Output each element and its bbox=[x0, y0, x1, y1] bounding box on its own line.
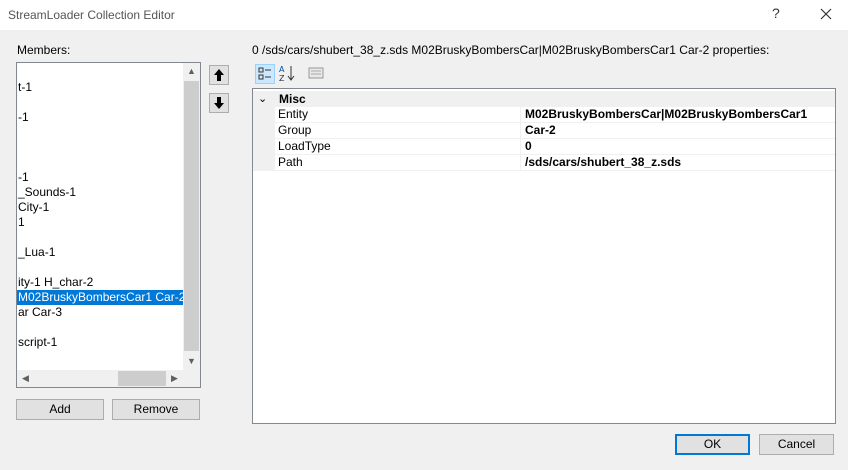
property-pages-button[interactable] bbox=[307, 64, 327, 84]
cancel-button[interactable]: Cancel bbox=[759, 434, 834, 455]
property-name: Entity bbox=[278, 107, 309, 121]
scrollbar-corner bbox=[183, 370, 200, 387]
list-item[interactable]: ity-1 H_char-2 bbox=[17, 275, 93, 290]
property-row[interactable]: Path/sds/cars/shubert_38_z.sds bbox=[253, 155, 835, 171]
list-item[interactable]: -1 bbox=[17, 110, 29, 125]
alphabetical-button[interactable]: A Z bbox=[278, 64, 298, 84]
close-button[interactable] bbox=[816, 4, 836, 24]
alphabetical-icon: A Z bbox=[279, 65, 295, 83]
add-button[interactable]: Add bbox=[16, 399, 104, 420]
property-name: Group bbox=[278, 123, 312, 137]
property-pages-icon bbox=[308, 67, 324, 79]
vertical-scroll-thumb[interactable] bbox=[184, 81, 199, 351]
list-item[interactable]: 1 bbox=[17, 215, 25, 230]
help-button[interactable]: ? bbox=[772, 5, 780, 21]
property-value[interactable]: M02BruskyBombersCar|M02BruskyBombersCar1 bbox=[525, 107, 807, 122]
svg-text:Z: Z bbox=[279, 74, 285, 82]
property-value[interactable]: 0 bbox=[525, 139, 532, 154]
members-label: Members: bbox=[17, 43, 71, 57]
move-down-button[interactable] bbox=[209, 93, 229, 113]
column-divider[interactable] bbox=[520, 139, 521, 155]
row-gutter bbox=[253, 139, 275, 155]
column-divider[interactable] bbox=[520, 123, 521, 139]
list-item[interactable]: M02BruskyBombersCar1 Car-2 bbox=[17, 290, 185, 305]
list-item[interactable]: ar Car-3 bbox=[17, 305, 62, 320]
property-value[interactable]: Car-2 bbox=[525, 123, 556, 138]
scroll-right-icon[interactable]: ▶ bbox=[167, 371, 182, 386]
properties-header: 0 /sds/cars/shubert_38_z.sds M02BruskyBo… bbox=[252, 43, 770, 57]
list-item[interactable]: _Sounds-1 bbox=[17, 185, 76, 200]
title-bar: StreamLoader Collection Editor ? bbox=[0, 0, 848, 30]
chevron-down-icon[interactable]: ⌄ bbox=[258, 91, 267, 107]
list-item[interactable]: script-1 bbox=[17, 335, 57, 350]
list-item[interactable]: City-1 bbox=[17, 200, 49, 215]
scroll-left-icon[interactable]: ◀ bbox=[18, 371, 33, 386]
property-name: LoadType bbox=[278, 139, 331, 153]
scroll-down-icon[interactable]: ▼ bbox=[184, 354, 199, 369]
svg-text:A: A bbox=[279, 65, 285, 74]
category-label: Misc bbox=[279, 92, 306, 106]
property-row[interactable]: Entity M02BruskyBombersCar|M02BruskyBombe… bbox=[253, 107, 835, 123]
category-row-misc[interactable]: ⌄ Misc bbox=[253, 91, 835, 107]
property-grid-toolbar: A Z bbox=[252, 62, 836, 88]
vertical-scrollbar[interactable]: ▲ ▼ bbox=[183, 63, 200, 370]
row-gutter bbox=[253, 155, 275, 171]
list-item[interactable]: t-1 bbox=[17, 80, 32, 95]
window-title: StreamLoader Collection Editor bbox=[8, 8, 175, 22]
property-row[interactable]: LoadType 0 bbox=[253, 139, 835, 155]
scroll-up-icon[interactable]: ▲ bbox=[184, 64, 199, 79]
close-icon bbox=[820, 8, 832, 20]
move-up-button[interactable] bbox=[209, 65, 229, 85]
categorized-icon bbox=[258, 67, 271, 80]
arrow-up-icon bbox=[214, 69, 224, 81]
property-grid[interactable]: ⌄ Misc Entity M02BruskyBombersCar|M02Brus… bbox=[252, 88, 836, 424]
property-row[interactable]: Group Car-2 bbox=[253, 123, 835, 139]
horizontal-scroll-thumb[interactable] bbox=[118, 371, 166, 386]
column-divider[interactable] bbox=[520, 155, 521, 171]
row-gutter bbox=[253, 123, 275, 139]
remove-button[interactable]: Remove bbox=[112, 399, 200, 420]
members-list[interactable]: t-1 -1 -1 _Sounds-1 City-1 1 _Lua-1 ity-1 H_cha… bbox=[16, 62, 201, 388]
column-divider[interactable] bbox=[520, 107, 521, 123]
arrow-down-icon bbox=[214, 97, 224, 109]
list-item[interactable]: _Lua-1 bbox=[17, 245, 55, 260]
property-name: Path bbox=[278, 155, 303, 169]
list-item[interactable]: -1 bbox=[17, 170, 29, 185]
row-gutter bbox=[253, 107, 275, 123]
horizontal-scrollbar[interactable]: ◀ ▶ bbox=[17, 370, 183, 387]
ok-button[interactable]: OK bbox=[675, 434, 750, 455]
property-value[interactable]: /sds/cars/shubert_38_z.sds bbox=[525, 155, 681, 170]
categorized-button[interactable] bbox=[255, 64, 275, 84]
